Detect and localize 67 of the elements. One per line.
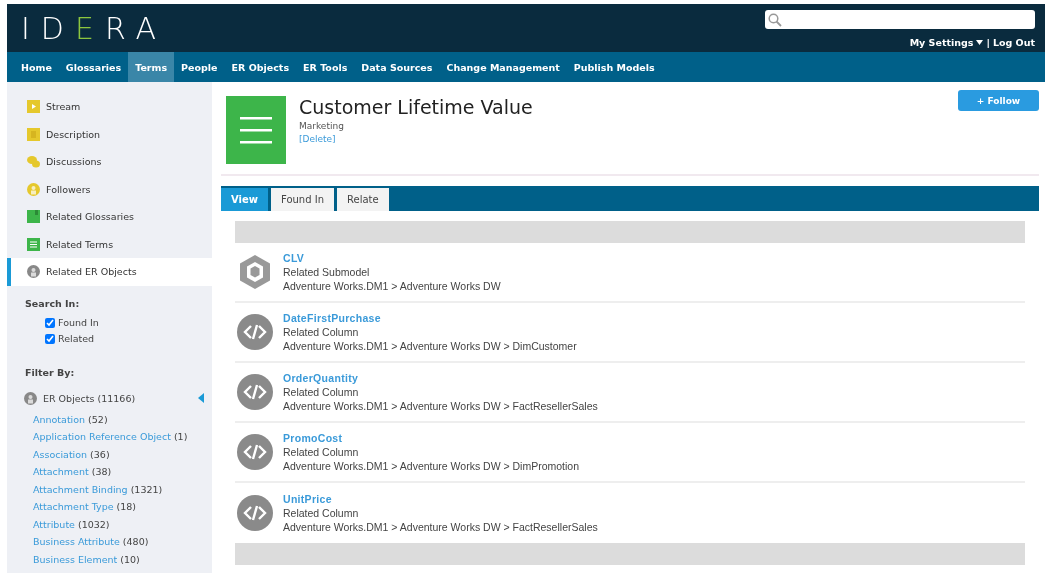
result-type: Related Submodel bbox=[283, 266, 371, 278]
nav-tab[interactable]: Home bbox=[14, 52, 59, 82]
result-path: Adventure Works.DM1 > Adventure Works DW bbox=[283, 280, 501, 292]
separator: | bbox=[986, 37, 990, 48]
nav-tab[interactable]: Publish Models bbox=[566, 52, 662, 82]
sidebar-item[interactable]: Description bbox=[7, 120, 212, 148]
section-heading: Search In: bbox=[24, 296, 81, 311]
result-type: Related Column bbox=[283, 386, 360, 398]
nav-tab[interactable]: Change Management bbox=[439, 52, 567, 82]
result-type: Related Column bbox=[283, 446, 360, 458]
book-icon bbox=[27, 210, 40, 224]
group-label: ER Objects (11166) bbox=[43, 392, 136, 404]
result-type: Related Column bbox=[283, 507, 360, 519]
hexagon-icon bbox=[237, 254, 273, 290]
nav-tab[interactable]: Glossaries bbox=[58, 52, 129, 82]
settings-link[interactable]: My Settings bbox=[909, 37, 984, 48]
triangle-left-icon[interactable] bbox=[198, 393, 204, 403]
list-icon bbox=[27, 237, 40, 251]
tab[interactable]: Relate bbox=[337, 188, 389, 211]
count: (36) bbox=[90, 448, 110, 460]
checkbox[interactable] bbox=[45, 317, 55, 328]
count: (18) bbox=[116, 501, 137, 513]
result-path: Adventure Works.DM1 > Adventure Works DW > DimCustomer bbox=[283, 340, 577, 352]
sidebar-item[interactable]: Stream bbox=[7, 93, 212, 121]
lines-icon bbox=[240, 115, 272, 145]
count: (52) bbox=[88, 413, 108, 425]
nav-tab[interactable]: ER Tools bbox=[296, 52, 355, 82]
count: (1) bbox=[173, 431, 188, 443]
result-path: Adventure Works.DM1 > Adventure Works DW > DimPromotion bbox=[283, 460, 580, 472]
count: (1321) bbox=[130, 483, 163, 495]
sidebar-item[interactable]: Related ER Objects bbox=[7, 258, 212, 286]
chat-bubbles-icon bbox=[27, 155, 40, 169]
people-icon bbox=[27, 182, 40, 196]
count: (480) bbox=[122, 536, 149, 548]
code-icon bbox=[237, 495, 273, 531]
caret-icon bbox=[976, 40, 984, 45]
checkbox[interactable] bbox=[45, 333, 55, 344]
count: (1032) bbox=[77, 518, 110, 530]
code-icon bbox=[237, 434, 273, 470]
nav-tab[interactable]: Data Sources bbox=[354, 52, 440, 82]
result-path: Adventure Works.DM1 > Adventure Works DW > FactResellerSales bbox=[283, 521, 598, 533]
nav-tab[interactable]: People bbox=[174, 52, 225, 82]
result-path: Adventure Works.DM1 > Adventure Works DW > FactResellerSales bbox=[283, 400, 598, 412]
result-type: Related Column bbox=[283, 326, 360, 338]
logout-link[interactable]: Log Out bbox=[992, 37, 1035, 48]
term-title: Customer Lifetime Value bbox=[299, 96, 534, 118]
sidebar-item[interactable]: Related Terms bbox=[7, 230, 212, 258]
section-heading: Filter By: bbox=[24, 365, 76, 380]
code-icon bbox=[237, 374, 273, 410]
count: (10) bbox=[120, 553, 140, 565]
figure-icon bbox=[24, 391, 37, 405]
sidebar-item[interactable]: Related Glossaries bbox=[7, 203, 212, 231]
checkbox-label: Related bbox=[58, 333, 95, 344]
search-icon bbox=[768, 12, 782, 27]
stream-icon bbox=[27, 100, 40, 114]
tab[interactable]: Found In bbox=[271, 188, 335, 211]
nav-tab[interactable]: ER Objects bbox=[224, 52, 297, 82]
sidebar-item[interactable]: Discussions bbox=[7, 148, 212, 176]
nav-tab[interactable]: Terms bbox=[128, 52, 175, 82]
search-field[interactable] bbox=[765, 10, 1035, 29]
count: (38) bbox=[91, 466, 112, 478]
sidebar-item[interactable]: Followers bbox=[7, 175, 212, 203]
figure-icon bbox=[27, 265, 40, 279]
document-icon bbox=[27, 127, 40, 141]
checkbox-label: Found In bbox=[58, 317, 99, 328]
category-label: Marketing bbox=[299, 121, 345, 131]
code-icon bbox=[237, 314, 273, 350]
